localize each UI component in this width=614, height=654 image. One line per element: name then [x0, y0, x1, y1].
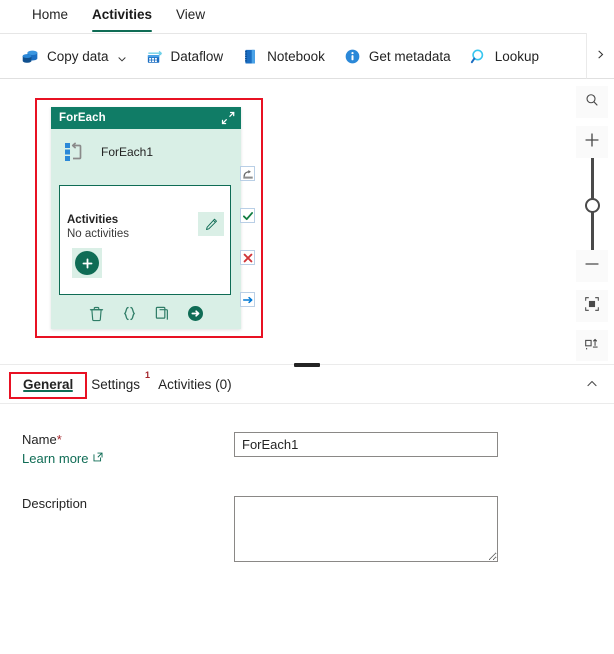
ribbon-tab-activities[interactable]: Activities — [80, 0, 164, 33]
dataflow-button[interactable]: Dataflow — [136, 39, 233, 73]
zoom-slider[interactable] — [576, 158, 608, 250]
description-label: Description — [22, 496, 88, 511]
tab-settings-label: Settings — [91, 377, 141, 392]
canvas-zoom-toolbar — [576, 86, 608, 361]
learn-more-link[interactable]: Learn more — [22, 451, 104, 466]
auto-align-button[interactable] — [576, 330, 608, 361]
plus-icon — [583, 131, 601, 154]
minus-icon — [583, 255, 601, 278]
search-icon — [584, 92, 600, 113]
ribbon-tab-activities-label: Activities — [92, 7, 153, 22]
tab-activities[interactable]: Activities (0) — [149, 368, 241, 392]
code-view-icon[interactable] — [120, 304, 139, 323]
chevron-right-icon — [595, 47, 606, 65]
name-required-mark: * — [56, 432, 62, 447]
foreach-node-action-bar — [51, 299, 241, 327]
ribbon-tab-home-label: Home — [32, 7, 69, 22]
auto-align-icon — [583, 335, 601, 358]
on-failure-connector[interactable] — [240, 250, 255, 265]
dataflow-icon — [145, 47, 164, 66]
inner-activities-subtitle: No activities — [67, 228, 129, 240]
inner-activities-title: Activities — [67, 214, 119, 226]
tab-settings[interactable]: Settings 1 — [82, 368, 150, 392]
tab-general-label: General — [23, 377, 74, 392]
foreach-inner-activities-box[interactable]: Activities No activities — [59, 185, 231, 295]
lookup-button[interactable]: Lookup — [460, 39, 548, 73]
foreach-node-title: ForEach — [59, 112, 106, 124]
notebook-button[interactable]: Notebook — [232, 39, 334, 73]
duplicate-activity-icon[interactable] — [153, 304, 172, 323]
description-label-col: Description — [22, 496, 234, 562]
general-form: Name* Learn more ForEach1 Description — [0, 404, 614, 562]
fabric-pipeline-editor: Home Activities View Copy data Dataflow … — [0, 0, 614, 654]
notebook-label: Notebook — [267, 48, 325, 64]
name-label-col: Name* Learn more — [22, 432, 234, 468]
panel-resize-handle[interactable] — [0, 361, 614, 368]
notebook-icon — [241, 47, 260, 66]
foreach-loop-icon — [63, 139, 89, 165]
description-field-row: Description — [0, 496, 614, 562]
foreach-activity-header-row: ForEach1 — [51, 129, 241, 165]
learn-more-label: Learn more — [22, 451, 89, 466]
foreach-node-body: ForEach1 Activities No activities — [51, 129, 241, 329]
name-input[interactable] — [234, 432, 498, 457]
get-metadata-button[interactable]: Get metadata — [334, 39, 460, 73]
chevron-down-icon[interactable] — [117, 51, 127, 62]
pencil-edit-icon[interactable] — [198, 212, 224, 236]
foreach-node-header: ForEach — [51, 107, 241, 129]
external-link-icon — [92, 451, 104, 466]
get-metadata-icon — [343, 47, 362, 66]
zoom-slider-thumb[interactable] — [585, 198, 600, 213]
on-completion-connector[interactable] — [240, 292, 255, 307]
ribbon-tab-view[interactable]: View — [164, 0, 217, 33]
on-success-connector[interactable] — [240, 208, 255, 223]
foreach-activity-name: ForEach1 — [101, 145, 154, 159]
ribbon-tab-view-label: View — [176, 7, 206, 22]
ribbon-tab-home[interactable]: Home — [20, 0, 80, 33]
pipeline-canvas[interactable]: ForEach ForEach1 Activities No activitie… — [0, 79, 614, 361]
collapse-panel-button[interactable] — [580, 374, 604, 398]
description-textarea[interactable] — [234, 496, 498, 562]
fit-to-screen-button[interactable] — [576, 290, 608, 322]
copy-data-icon — [21, 47, 40, 66]
delete-activity-icon[interactable] — [87, 304, 106, 323]
copy-data-label: Copy data — [47, 48, 109, 64]
ribbon-overflow-button[interactable] — [586, 33, 614, 79]
tab-activities-label: Activities (0) — [158, 377, 232, 392]
on-skip-connector[interactable] — [240, 166, 255, 181]
foreach-activity-node[interactable]: ForEach ForEach1 Activities No activitie… — [51, 107, 241, 329]
ribbon-tab-strip: Home Activities View — [0, 0, 614, 33]
ribbon-command-bar: Copy data Dataflow Notebook Get metadata… — [0, 33, 614, 79]
run-activity-icon[interactable] — [186, 304, 205, 323]
properties-panel: General Settings 1 Activities (0) Name* … — [0, 368, 614, 654]
splitter-grip[interactable] — [294, 362, 320, 367]
name-label: Name* — [22, 432, 234, 447]
fit-to-screen-icon — [583, 295, 601, 318]
dataflow-label: Dataflow — [170, 48, 224, 64]
lookup-label: Lookup — [494, 48, 539, 64]
tab-general[interactable]: General — [14, 368, 82, 392]
zoom-in-button[interactable] — [576, 126, 608, 158]
get-metadata-label: Get metadata — [368, 48, 451, 64]
expand-collapse-icon[interactable] — [220, 110, 236, 126]
copy-data-button[interactable]: Copy data — [12, 39, 136, 73]
lookup-icon — [469, 47, 488, 66]
name-label-text: Name — [22, 432, 57, 447]
plus-add-activity-icon — [75, 251, 99, 275]
chevron-up-icon — [585, 377, 599, 396]
add-inner-activity-button[interactable] — [72, 248, 102, 278]
search-canvas-button[interactable] — [576, 86, 608, 118]
zoom-out-button[interactable] — [576, 250, 608, 282]
name-field-row: Name* Learn more — [0, 432, 614, 468]
properties-tab-strip: General Settings 1 Activities (0) — [0, 368, 614, 404]
